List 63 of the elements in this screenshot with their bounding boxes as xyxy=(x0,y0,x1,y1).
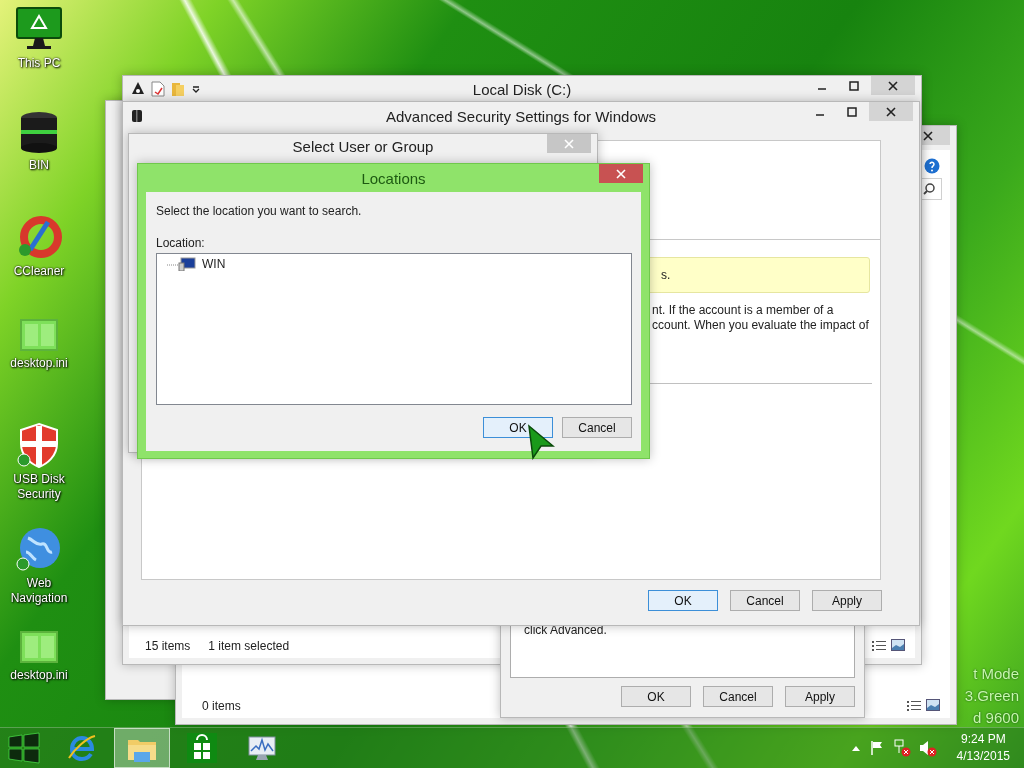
app-icon[interactable] xyxy=(131,81,145,97)
network-error-icon[interactable] xyxy=(892,739,911,757)
dialog-button[interactable]: Cancel xyxy=(730,590,800,611)
document-icon[interactable] xyxy=(151,81,165,97)
instruction-text: Select the location you want to search. xyxy=(156,204,363,218)
help-icon[interactable] xyxy=(924,158,940,174)
dialog-button[interactable]: Apply xyxy=(812,590,882,611)
file-icon[interactable] xyxy=(19,630,59,664)
default-button[interactable]: OK xyxy=(483,417,553,438)
body-text: ccount. When you evaluate the impact of xyxy=(652,318,869,333)
computer-icon xyxy=(167,257,197,271)
field-label: Location: xyxy=(156,236,206,250)
desktop-text: 3.Green xyxy=(964,686,1019,706)
brush-icon[interactable] xyxy=(16,214,62,260)
icon-label[interactable]: Web Navigation xyxy=(3,576,75,606)
close-button[interactable] xyxy=(871,76,915,95)
window-title: Locations xyxy=(361,169,426,187)
dialog-button[interactable]: Cancel xyxy=(703,686,773,707)
window-title: Advanced Security Settings for Windows xyxy=(385,107,657,125)
search-icon[interactable] xyxy=(923,183,935,195)
thumbnail-view-icon[interactable] xyxy=(926,699,940,711)
details-view-icon[interactable] xyxy=(871,639,887,653)
default-button[interactable]: OK xyxy=(648,590,718,611)
window-title: Select User or Group xyxy=(292,137,434,155)
thumbnail-view-icon[interactable] xyxy=(891,639,905,651)
cursor-icon xyxy=(527,424,555,460)
desktop-text: t Mode xyxy=(973,664,1019,684)
start-button[interactable] xyxy=(8,732,40,764)
shield-icon[interactable] xyxy=(17,422,61,468)
speaker-muted-icon[interactable] xyxy=(918,739,937,757)
tray-arrow-icon[interactable] xyxy=(850,744,861,752)
icon-label[interactable]: desktop.ini xyxy=(3,668,75,683)
globe-icon[interactable] xyxy=(16,526,62,572)
close-icon[interactable] xyxy=(886,106,896,117)
notice-text: s. xyxy=(661,268,671,282)
caret-icon[interactable] xyxy=(191,84,201,94)
status-text: 15 items xyxy=(145,639,191,653)
tree-view[interactable]: WIN xyxy=(156,253,632,405)
close-button[interactable] xyxy=(869,102,913,121)
close-icon[interactable] xyxy=(888,80,898,91)
clock-date: 4/13/2015 xyxy=(956,748,1010,765)
dialog-button[interactable]: Apply xyxy=(785,686,855,707)
details-view-icon[interactable] xyxy=(906,699,922,713)
maximize-icon[interactable] xyxy=(847,106,857,117)
store-icon xyxy=(186,732,218,764)
body-text: nt. If the account is a member of a xyxy=(652,303,834,318)
maximize-icon[interactable] xyxy=(849,80,859,91)
close-icon[interactable] xyxy=(923,130,933,141)
help-text: click Advanced. xyxy=(524,623,608,637)
dialog-button[interactable]: OK xyxy=(621,686,691,707)
status-text: 0 items xyxy=(202,699,241,713)
dialog-button[interactable]: Cancel xyxy=(562,417,632,438)
window-title: Local Disk (C:) xyxy=(472,80,572,98)
shield-app-icon xyxy=(131,108,143,124)
status-text: 1 item selected xyxy=(208,639,290,653)
monitor-icon[interactable] xyxy=(15,6,63,52)
close-button[interactable] xyxy=(599,164,643,183)
clock[interactable]: 9:24 PM 4/13/2015 xyxy=(956,731,1010,765)
desktop-text: d 9600 xyxy=(973,708,1019,728)
tree-item[interactable]: WIN xyxy=(200,257,228,271)
browser-icon xyxy=(66,732,98,764)
flag-icon[interactable] xyxy=(868,740,885,756)
clock-time: 9:24 PM xyxy=(960,731,1006,748)
